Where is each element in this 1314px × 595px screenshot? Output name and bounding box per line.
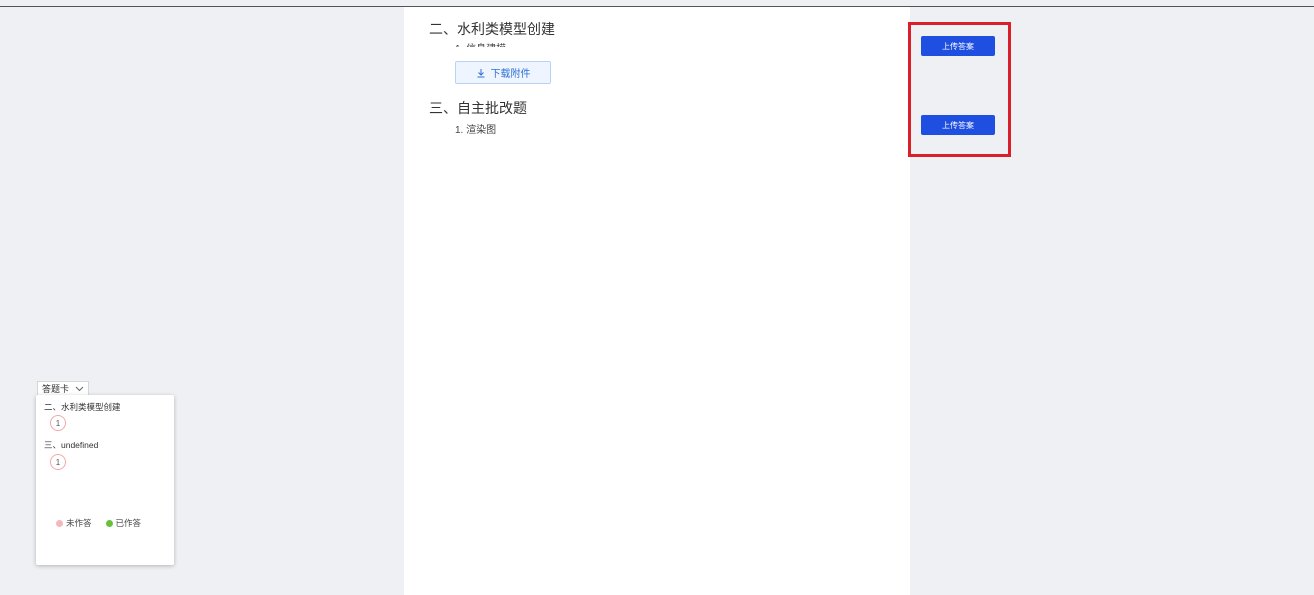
- section-3-title: 三、自主批改题: [429, 100, 527, 116]
- question-content-panel: [404, 7, 910, 595]
- answer-card-section-title: 三、undefined: [44, 440, 99, 450]
- chevron-down-icon: [75, 386, 84, 391]
- upload-answer-button-1[interactable]: 上传答案: [921, 36, 995, 56]
- download-icon: [477, 68, 484, 77]
- unanswered-dot-icon: [56, 519, 63, 527]
- legend-answered-label: 已作答: [115, 518, 142, 528]
- legend-unanswered: 未作答: [56, 517, 92, 529]
- upload-answer-button-2[interactable]: 上传答案: [921, 115, 995, 135]
- download-attachment-button[interactable]: 下载附件: [455, 61, 551, 84]
- answered-dot-icon: [105, 519, 113, 527]
- answer-card-toggle-label: 答题卡: [42, 384, 70, 394]
- legend-unanswered-label: 未作答: [66, 518, 92, 528]
- section-2-question-1: 1. 信息建模: [455, 40, 506, 47]
- answer-card-section-title: 二、水利类模型创建: [44, 402, 121, 412]
- section-3-question-1: 1. 渲染图: [455, 125, 497, 136]
- answer-card: 二、水利类模型创建 1 三、undefined 1 未作答 已作答: [36, 395, 174, 565]
- download-attachment-label: 下载附件: [490, 69, 531, 80]
- answer-card-question-number[interactable]: 1: [50, 415, 66, 431]
- answer-card-question-number[interactable]: 1: [50, 454, 66, 470]
- answer-status-legend: 未作答 已作答: [56, 517, 141, 529]
- section-2-title: 二、水利类模型创建: [429, 21, 555, 37]
- answer-card-toggle[interactable]: 答题卡: [37, 381, 90, 395]
- legend-answered: 已作答: [105, 517, 142, 529]
